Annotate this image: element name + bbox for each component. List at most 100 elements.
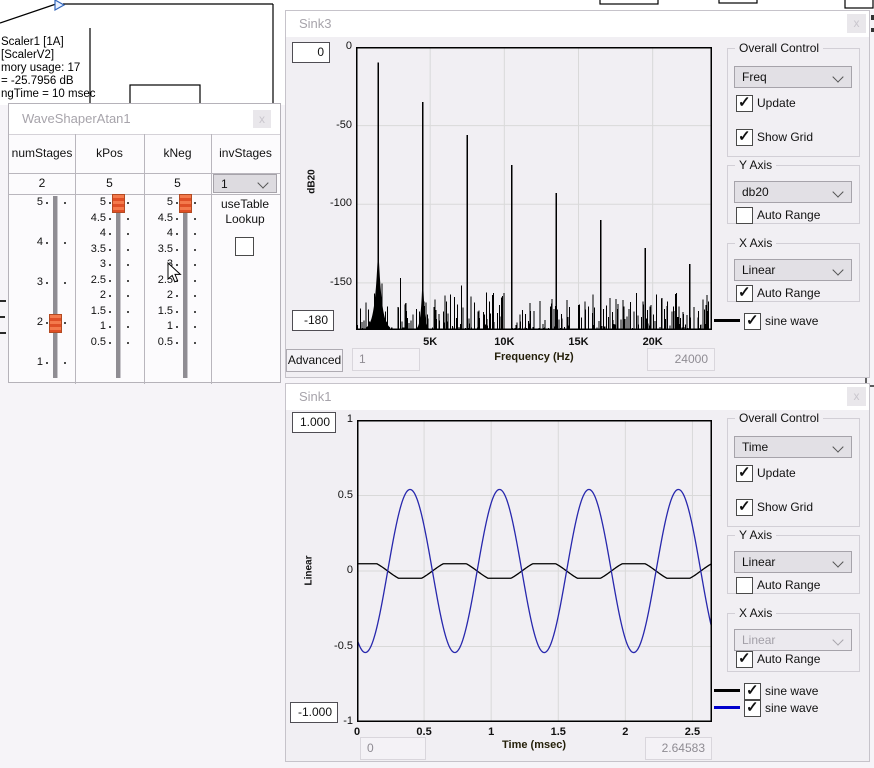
slider-tick-mark	[127, 295, 129, 297]
slider-tick-mark	[176, 218, 178, 220]
show-grid-checkbox[interactable]	[736, 499, 753, 516]
axis-tick-label: 0.5	[305, 489, 353, 501]
column-header: kNeg	[144, 134, 211, 173]
sink3-ymin-box[interactable]: -180	[292, 310, 334, 331]
slider-tick-label: 4.5	[144, 212, 173, 224]
slider-numStages[interactable]: 54321	[9, 194, 75, 384]
legend-checkbox[interactable]	[744, 313, 761, 330]
slider-tick-mark	[127, 280, 129, 282]
param-value[interactable]: 5	[75, 173, 144, 194]
slider-tick-mark	[176, 233, 178, 235]
close-icon[interactable]: x	[253, 110, 271, 128]
y-auto-range-checkbox[interactable]	[736, 207, 753, 224]
waveshaper-titlebar[interactable]: WaveShaperAtan1 x	[9, 104, 280, 134]
slider-tick-label: 1	[75, 320, 106, 332]
sink3-overall-dropdown[interactable]: Freq	[734, 66, 852, 88]
slider-tick-mark	[109, 218, 111, 220]
slider-tick-label: 1.5	[144, 305, 173, 317]
dropdown-value: db20	[742, 185, 769, 199]
close-icon[interactable]: x	[847, 14, 866, 33]
axis-tick-label: 15K	[557, 336, 601, 348]
dropdown-value: Linear	[742, 263, 775, 277]
chevron-down-icon	[832, 186, 843, 197]
slider-tick-label: 5	[144, 196, 173, 208]
slider-track[interactable]	[183, 196, 188, 378]
slider-tick-label: 2.5	[75, 274, 106, 286]
group-label: Overall Control	[735, 41, 823, 55]
legend-line-swatch	[714, 689, 740, 692]
slider-tick-label: 1	[9, 356, 43, 368]
slider-track[interactable]	[53, 196, 58, 378]
checkbox-label: Auto Range	[757, 208, 820, 222]
sink3-spectrum-plot	[356, 47, 712, 330]
slider-tick-mark	[194, 280, 196, 282]
slider-kNeg[interactable]: 54.543.532.521.510.5	[144, 194, 211, 384]
dropdown-value: Time	[742, 440, 768, 454]
x-auto-range-checkbox[interactable]	[736, 651, 753, 668]
sink1-y-axis-dropdown[interactable]: Linear	[734, 551, 852, 573]
slider-tick-mark	[109, 280, 111, 282]
sink3-y-axis-dropdown[interactable]: db20	[734, 181, 852, 203]
sink3-xmax-field[interactable]: 24000	[647, 348, 715, 371]
slider-kPos[interactable]: 54.543.532.521.510.5	[75, 194, 144, 384]
axis-tick-label: 0.5	[402, 726, 446, 738]
column-header: invStages	[211, 134, 280, 173]
axis-tick-label: 1	[305, 413, 353, 425]
chevron-down-icon	[832, 634, 843, 645]
slider-tick-mark	[176, 326, 178, 328]
sink1-xmax-field[interactable]: 2.64583	[645, 737, 712, 760]
y-auto-range-checkbox[interactable]	[736, 577, 753, 594]
sink3-xaxis-label: Frequency (Hz)	[454, 351, 614, 363]
advanced-button[interactable]: Advanced	[286, 349, 343, 372]
slider-tick-mark	[109, 264, 111, 266]
legend-checkbox[interactable]	[744, 700, 761, 717]
axis-tick-label: 0	[304, 40, 352, 52]
sink1-titlebar[interactable]: Sink1 x	[286, 384, 869, 410]
slider-track[interactable]	[116, 196, 121, 378]
slider-tick-mark	[176, 311, 178, 313]
param-value[interactable]: 2	[9, 173, 75, 194]
x-auto-range-checkbox[interactable]	[736, 285, 753, 302]
slider-handle[interactable]	[49, 314, 62, 333]
chevron-down-icon	[832, 556, 843, 567]
sink1-scope-plot	[357, 420, 712, 722]
axis-tick-label: 20K	[631, 336, 675, 348]
slider-tick-mark	[109, 295, 111, 297]
slider-tick-mark	[194, 233, 196, 235]
sink3-x-axis-dropdown[interactable]: Linear	[734, 259, 852, 281]
dropdown-value: Linear	[742, 633, 775, 647]
param-value[interactable]: 5	[144, 173, 211, 194]
slider-tick-mark	[176, 342, 178, 344]
slider-tick-label: 0.5	[75, 336, 106, 348]
checkbox-label: Auto Range	[757, 652, 820, 666]
group-label: Y Axis	[735, 158, 776, 172]
slider-tick-label: 5	[9, 196, 43, 208]
slider-tick-label: 4.5	[75, 212, 106, 224]
update-checkbox[interactable]	[736, 95, 753, 112]
sink1-xmin-field[interactable]: 0	[360, 737, 426, 760]
slider-tick-mark	[127, 326, 129, 328]
show-grid-checkbox[interactable]	[736, 129, 753, 146]
slider-tick-label: 3	[75, 258, 106, 270]
slider-tick-mark	[127, 249, 129, 251]
sink3-titlebar[interactable]: Sink3 x	[286, 11, 869, 37]
chevron-down-icon	[832, 441, 843, 452]
slider-tick-mark	[64, 322, 66, 324]
slider-handle[interactable]	[179, 194, 192, 213]
slider-tick-label: 3.5	[144, 243, 173, 255]
slider-tick-label: 3	[9, 276, 43, 288]
close-icon[interactable]: x	[847, 387, 866, 406]
update-checkbox[interactable]	[736, 465, 753, 482]
mouse-cursor-icon	[167, 262, 183, 284]
sink3-xmin-field[interactable]: 1	[352, 348, 420, 371]
slider-tick-mark	[194, 218, 196, 220]
axis-tick-label: -1	[305, 715, 353, 727]
axis-tick-label: 0	[335, 726, 379, 738]
checkbox-label: Update	[757, 466, 796, 480]
usetable-checkbox[interactable]	[235, 237, 254, 256]
slider-tick-mark	[127, 264, 129, 266]
sink1-overall-dropdown[interactable]: Time	[734, 436, 852, 458]
axis-tick-label: 0	[305, 564, 353, 576]
slider-handle[interactable]	[112, 194, 125, 213]
invstages-dropdown[interactable]: 1	[213, 174, 277, 193]
